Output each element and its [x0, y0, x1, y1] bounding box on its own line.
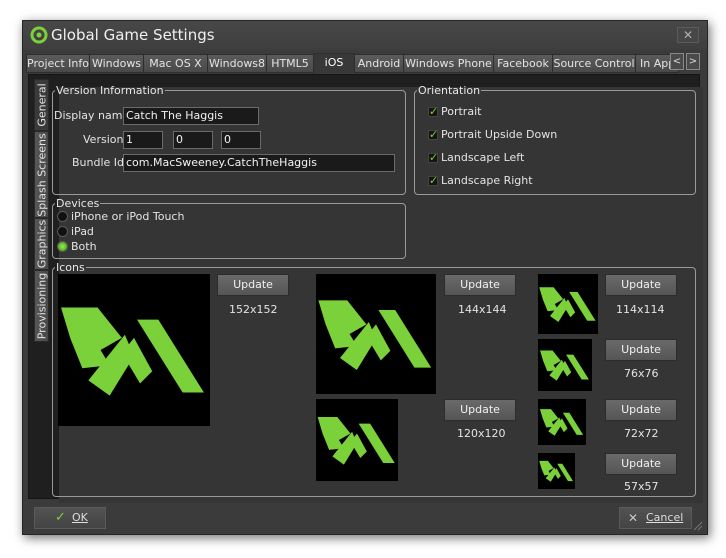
- size-57-label: 57x57: [624, 480, 659, 493]
- settings-content-area: General Splash Screens Graphics Provisio…: [28, 74, 703, 503]
- size-120-label: 120x120: [457, 427, 506, 440]
- version-information-legend: Version Information: [56, 84, 164, 97]
- checkbox-portrait-upside-down[interactable]: ✓: [428, 129, 438, 140]
- icon-preview-144: [316, 274, 436, 394]
- radio-both[interactable]: [57, 241, 68, 252]
- gamemaker-logo-icon: [318, 300, 432, 370]
- devices-legend: Devices: [56, 197, 100, 210]
- gamemaker-logo-icon: [61, 307, 204, 396]
- tab-html5[interactable]: HTML5: [266, 54, 314, 73]
- checkbox-portrait[interactable]: ✓: [428, 106, 438, 117]
- ok-button[interactable]: ✓ OK: [34, 507, 106, 529]
- bundle-id-label: Bundle Id: [72, 156, 125, 169]
- icon-preview-72: [538, 399, 586, 445]
- icon-preview-57: [538, 453, 575, 489]
- tab-source-control[interactable]: Source Control: [552, 54, 636, 73]
- side-tab-graphics[interactable]: Graphics: [34, 218, 49, 270]
- close-button[interactable]: ✕: [677, 27, 699, 43]
- update-114-button[interactable]: Update: [605, 274, 677, 296]
- device-option-ipad-label: iPad: [71, 225, 94, 238]
- display-name-label: Display name: [54, 109, 130, 122]
- size-72-label: 72x72: [624, 427, 659, 440]
- orientation-group: Orientation ✓ Portrait ✓ Portrait Upside…: [414, 85, 696, 195]
- icon-preview-152: [58, 274, 210, 426]
- checkmark-icon: ✓: [55, 510, 66, 525]
- size-152-label: 152x152: [229, 303, 278, 316]
- tab-mac-os-x[interactable]: Mac OS X: [143, 54, 208, 73]
- side-tab-provisioning[interactable]: Provisioning: [34, 270, 49, 342]
- radio-iphone[interactable]: [57, 211, 68, 222]
- orientation-legend: Orientation: [418, 84, 481, 97]
- version-major-input[interactable]: 1: [123, 131, 163, 149]
- orientation-portrait-upside-down-label: Portrait Upside Down: [441, 128, 558, 141]
- bundle-id-input[interactable]: com.MacSweeney.CatchTheHaggis: [123, 154, 395, 172]
- tab-android[interactable]: Android: [354, 54, 404, 73]
- side-tab-splash-screens[interactable]: Splash Screens: [34, 131, 49, 218]
- global-game-settings-window: Global Game Settings ✕ Project Info Wind…: [22, 20, 708, 535]
- orientation-portrait-label: Portrait: [441, 105, 482, 118]
- resize-grip-icon[interactable]: [693, 521, 703, 531]
- side-tab-general[interactable]: General: [34, 79, 49, 131]
- update-152-button[interactable]: Update: [217, 274, 289, 296]
- size-76-label: 76x76: [624, 367, 659, 380]
- tab-windows8[interactable]: Windows8: [207, 54, 267, 73]
- tab-windows[interactable]: Windows: [89, 54, 144, 73]
- orientation-landscape-right-label: Landscape Right: [441, 174, 533, 187]
- general-panel: Version Information Display name Catch T…: [52, 85, 703, 503]
- tab-facebook[interactable]: Facebook: [493, 54, 553, 73]
- size-114-label: 114x114: [616, 303, 665, 316]
- gamemaker-logo-icon: [539, 409, 584, 436]
- gamemaker-logo-icon: [30, 26, 48, 44]
- radio-ipad[interactable]: [57, 226, 68, 237]
- platform-tab-bar: Project Info Windows Mac OS X Windows8 H…: [26, 53, 704, 73]
- checkbox-landscape-left[interactable]: ✓: [428, 152, 438, 163]
- icon-preview-76: [538, 339, 592, 391]
- tab-scroll-right-button[interactable]: >: [686, 53, 700, 70]
- tab-ios[interactable]: iOS: [313, 53, 355, 73]
- icons-group: Icons Update 152x152 Update 144x144 Upda…: [52, 262, 696, 497]
- display-name-input[interactable]: Catch The Haggis: [123, 107, 259, 125]
- cancel-label: Cancel: [646, 511, 684, 524]
- gamemaker-logo-icon: [317, 417, 395, 465]
- icon-preview-114: [538, 274, 598, 334]
- icon-preview-120: [316, 399, 398, 481]
- size-144-label: 144x144: [458, 303, 507, 316]
- version-label: Version: [83, 133, 124, 146]
- device-option-iphone-label: iPhone or iPod Touch: [71, 210, 185, 223]
- version-information-group: Version Information Display name Catch T…: [52, 85, 406, 195]
- update-144-button[interactable]: Update: [444, 274, 516, 296]
- ok-label: OK: [72, 511, 88, 524]
- update-57-button[interactable]: Update: [605, 453, 677, 475]
- gamemaker-logo-icon: [539, 460, 574, 482]
- tab-scroll-left-button[interactable]: <: [670, 53, 684, 70]
- gamemaker-logo-icon: [539, 287, 596, 322]
- device-option-both-label: Both: [71, 240, 97, 253]
- tab-project-info[interactable]: Project Info: [26, 54, 90, 73]
- cancel-x-icon: ✕: [628, 511, 639, 525]
- gamemaker-logo-icon: [540, 350, 589, 381]
- icons-legend: Icons: [56, 261, 85, 274]
- update-120-button[interactable]: Update: [444, 399, 516, 421]
- tab-windows-phone[interactable]: Windows Phone: [403, 54, 494, 73]
- update-72-button[interactable]: Update: [605, 399, 677, 421]
- version-minor-input[interactable]: 0: [173, 131, 213, 149]
- checkbox-landscape-right[interactable]: ✓: [428, 175, 438, 186]
- devices-group: Devices iPhone or iPod Touch iPad Both: [52, 198, 406, 259]
- update-76-button[interactable]: Update: [605, 339, 677, 361]
- orientation-landscape-left-label: Landscape Left: [441, 151, 525, 164]
- version-build-input[interactable]: 0: [221, 131, 261, 149]
- cancel-button[interactable]: ✕ Cancel: [619, 507, 692, 529]
- window-title: Global Game Settings: [51, 26, 215, 44]
- title-bar: Global Game Settings ✕: [23, 21, 707, 50]
